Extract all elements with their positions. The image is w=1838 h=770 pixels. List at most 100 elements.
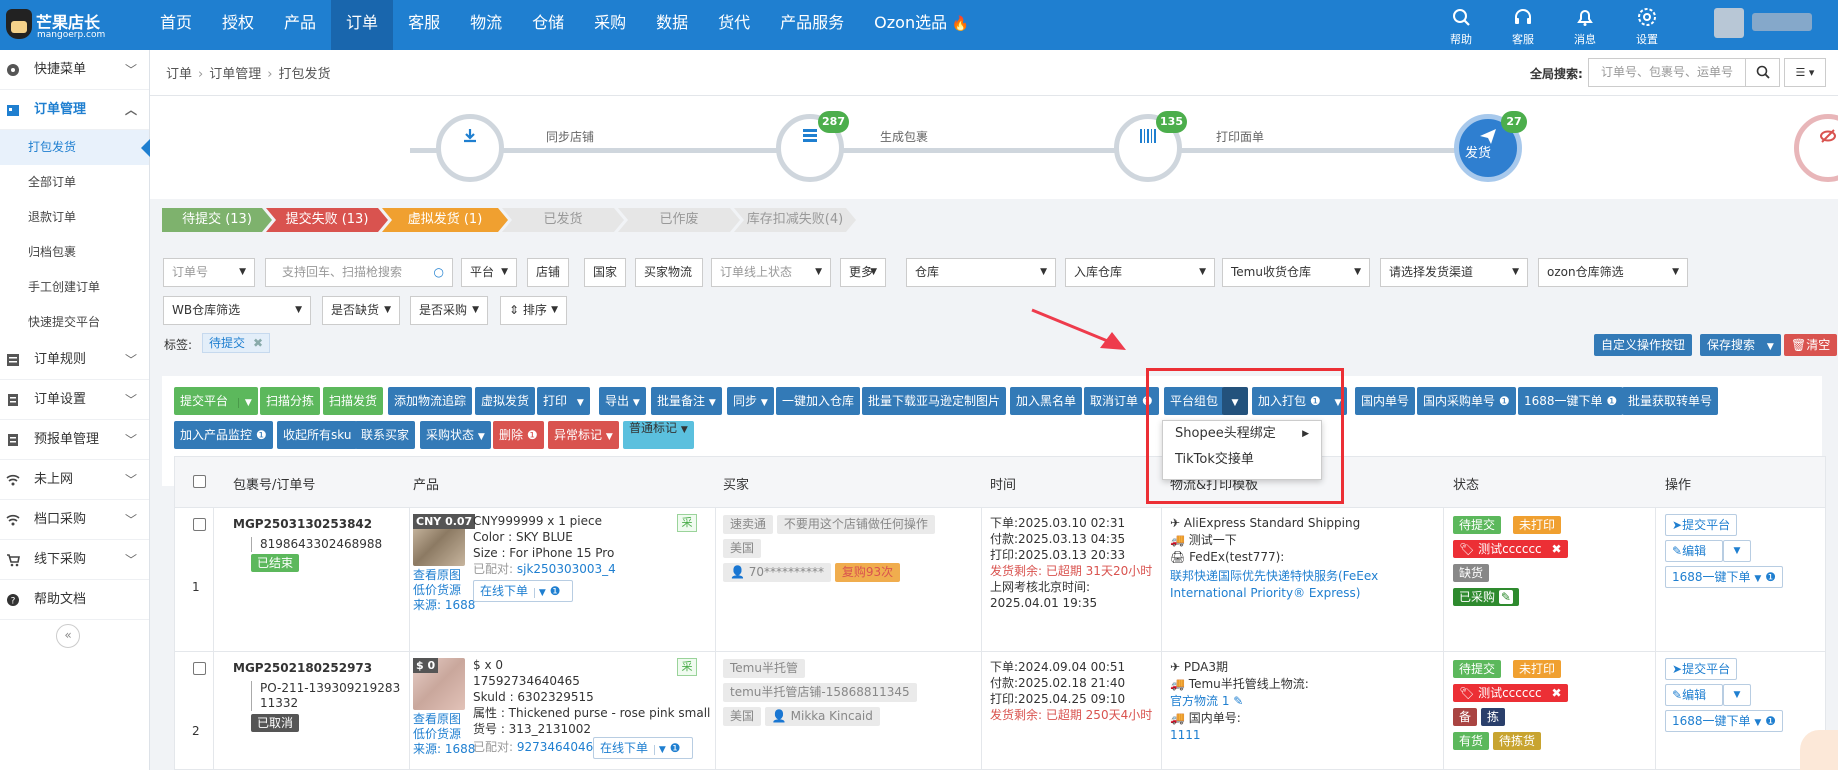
order-no-select[interactable]: 订单号 ▼ (163, 258, 255, 287)
sidebar-subitem[interactable]: 快速提交平台 (0, 305, 149, 340)
view-image-link[interactable]: 查看原图 (413, 712, 461, 727)
wb-warehouse-select[interactable]: WB仓库筛选 ▼ (163, 296, 311, 325)
domestic-no-button[interactable]: 国内单号 (1355, 387, 1416, 415)
nav-item[interactable]: 客服 (393, 0, 455, 50)
purchase-status-button[interactable]: 采购状态 ▼ (420, 421, 491, 449)
low-price-source-link[interactable]: 低价货源 (413, 727, 461, 742)
edit-dropdown-toggle[interactable]: ▼ (1723, 540, 1751, 562)
get-transfer-no-button[interactable]: 批量获取转单号 (1622, 387, 1719, 415)
channel-select[interactable]: 请选择发货渠道 ▼ (1380, 258, 1528, 287)
breadcrumb-item[interactable]: 订单 (166, 67, 192, 82)
sidebar-item[interactable]: 档口采购 ﹀ (0, 500, 149, 540)
nav-item[interactable]: 物流 (455, 0, 517, 50)
step-order[interactable]: 287 订单 (776, 111, 849, 182)
online-order-button[interactable]: 在线下单 ▼ ❶ (593, 737, 693, 759)
status-tab[interactable]: 提交失败 (13) (266, 208, 388, 232)
row-checkbox[interactable] (193, 518, 206, 531)
top-search-button[interactable]: 帮助 (1430, 0, 1492, 50)
shop-filter[interactable]: 店铺 (527, 258, 569, 287)
online-order-button[interactable]: 在线下单 ▼ ❶ (473, 580, 573, 602)
exception-mark-button[interactable]: 异常标记 ▼ (548, 421, 619, 449)
assistant-mascot-icon[interactable] (1800, 730, 1838, 770)
step-sync[interactable]: 同步 (436, 114, 504, 182)
add-to-warehouse-button[interactable]: 一键加入仓库 (776, 387, 861, 415)
submit-platform-row-button[interactable]: ➤提交平台 (1665, 658, 1738, 680)
status-tab[interactable]: 已发货 (502, 208, 624, 232)
product-image[interactable]: CNY 0.07 (413, 514, 476, 566)
domestic-no-value[interactable]: 1111 (1170, 728, 1201, 743)
nav-item[interactable]: 订单 (331, 0, 394, 50)
clear-button[interactable]: 🗑清空 (1784, 334, 1838, 356)
sort-button[interactable]: ⇕ 排序 ▼ (500, 296, 567, 325)
nav-item[interactable]: 仓储 (517, 0, 579, 50)
buyer-name[interactable]: 👤 70********** (723, 563, 832, 582)
view-menu-button[interactable]: ☰ ▾ (1784, 58, 1826, 87)
in-warehouse-select[interactable]: 入库仓库 ▼ (1065, 258, 1215, 287)
nav-item[interactable]: 数据 (641, 0, 703, 50)
status-tab[interactable]: 库存扣减失败(4) (734, 208, 856, 232)
sidebar-item[interactable]: ? 帮助文档 (0, 580, 149, 620)
sidebar-item[interactable]: 订单设置 ﹀ (0, 380, 149, 420)
package-no[interactable]: MGP2503130253842 (233, 517, 372, 532)
warehouse-select[interactable]: 仓库 ▼ (906, 258, 1056, 287)
buyer-logistics-filter[interactable]: 买家物流 (635, 258, 703, 287)
edit-row-button[interactable]: ✎编辑 (1665, 684, 1723, 706)
custom-actions-button[interactable]: 自定义操作按钮 (1594, 334, 1693, 356)
nav-item[interactable]: Ozon选品 🔥 (859, 0, 984, 50)
download-amazon-images-button[interactable]: 批量下载亚马逊定制图片 (862, 387, 1007, 415)
temu-warehouse-select[interactable]: Temu收货仓库 ▼ (1222, 258, 1370, 287)
collapse-sku-button[interactable]: 收起所有sku (277, 421, 358, 449)
source-link[interactable]: 来源: 1688 (413, 598, 475, 613)
scan-search-input[interactable]: 支持回车、扫描枪搜索 ○ (265, 258, 453, 287)
avatar[interactable] (1714, 8, 1744, 38)
submit-platform-button[interactable]: 提交平台 ▼ (174, 387, 258, 415)
paired-sku-link[interactable]: sjk250303003_4 (517, 562, 616, 576)
collapse-sidebar-button[interactable]: « (56, 624, 80, 648)
order-no[interactable]: PO-211-13930921928311332 (251, 681, 401, 711)
global-search-input[interactable]: 订单号、包裹号、运单号 (1588, 58, 1746, 87)
logistics-service-link[interactable]: 联邦快递国际优先快递特快服务(FeEex International Prior… (1170, 568, 1432, 602)
close-icon[interactable]: ✖ (253, 336, 263, 350)
step-exception[interactable]: 18 异常 (1794, 114, 1838, 182)
package-no[interactable]: MGP2502180252973 (233, 661, 372, 676)
contact-buyer-button[interactable]: 联系买家 (355, 421, 416, 449)
1688-order-row-button[interactable]: 1688一键下单 ▼ ❶ (1665, 566, 1783, 588)
nav-item[interactable]: 产品 (269, 0, 331, 50)
save-search-button[interactable]: 保存搜索 ▼ (1700, 334, 1781, 356)
top-bell-button[interactable]: 消息 (1554, 0, 1616, 50)
sidebar-item[interactable]: 订单管理 ︿ (0, 90, 149, 130)
buyer-name[interactable]: 👤 Mikka Kincaid (764, 707, 880, 726)
source-link[interactable]: 来源: 1688 (413, 742, 475, 757)
sidebar-item[interactable]: 线下采购 ﹀ (0, 540, 149, 580)
1688-order-button[interactable]: 1688一键下单 ❶ (1518, 387, 1624, 415)
sync-button[interactable]: 同步 ▼ (727, 387, 774, 415)
add-tracking-button[interactable]: 添加物流追踪 (388, 387, 473, 415)
nav-item[interactable]: 授权 (207, 0, 269, 50)
edit-row-button[interactable]: ✎编辑 (1665, 540, 1723, 562)
status-tab[interactable]: 已作废 (618, 208, 740, 232)
sidebar-item[interactable]: 未上网 ﹀ (0, 460, 149, 500)
sidebar-item[interactable]: 快捷菜单 ﹀ (0, 50, 149, 90)
logo[interactable]: 芒果店长 mangoerp.com (6, 6, 118, 44)
low-price-source-link[interactable]: 低价货源 (413, 583, 461, 598)
sidebar-subitem[interactable]: 手工创建订单 (0, 270, 149, 305)
view-image-link[interactable]: 查看原图 (413, 568, 461, 583)
purchase-filter[interactable]: 是否采购 ▼ (410, 296, 488, 325)
add-product-monitor-button[interactable]: 加入产品监控 ❶ (174, 421, 273, 449)
sidebar-subitem[interactable]: 打包发货 (0, 130, 150, 165)
normal-mark-button[interactable]: 普通标记 ▼ (623, 421, 694, 449)
domestic-purchase-no-button[interactable]: 国内采购单号 ❶ (1417, 387, 1516, 415)
out-of-stock-filter[interactable]: 是否缺货 ▼ (322, 296, 400, 325)
breadcrumb-item[interactable]: 订单管理 (209, 67, 261, 82)
sidebar-subitem[interactable]: 归档包裹 (0, 235, 149, 270)
ozon-warehouse-select[interactable]: ozon仓库筛选 ▼ (1538, 258, 1688, 287)
username-blurred[interactable] (1752, 13, 1812, 31)
platform-filter[interactable]: 平台 ▼ (461, 258, 517, 287)
more-filter[interactable]: 更多 ▼ (840, 258, 886, 287)
status-tab[interactable]: 虚拟发货 (1) (382, 208, 508, 232)
1688-order-row-button[interactable]: 1688一键下单 ▼ ❶ (1665, 710, 1783, 732)
top-headset-button[interactable]: 客服 (1492, 0, 1554, 50)
product-image[interactable]: $ 0 (413, 658, 465, 710)
tag-chip[interactable]: 待提交 ✖ (202, 333, 271, 353)
delete-button[interactable]: 删除 ❶ (493, 421, 544, 449)
